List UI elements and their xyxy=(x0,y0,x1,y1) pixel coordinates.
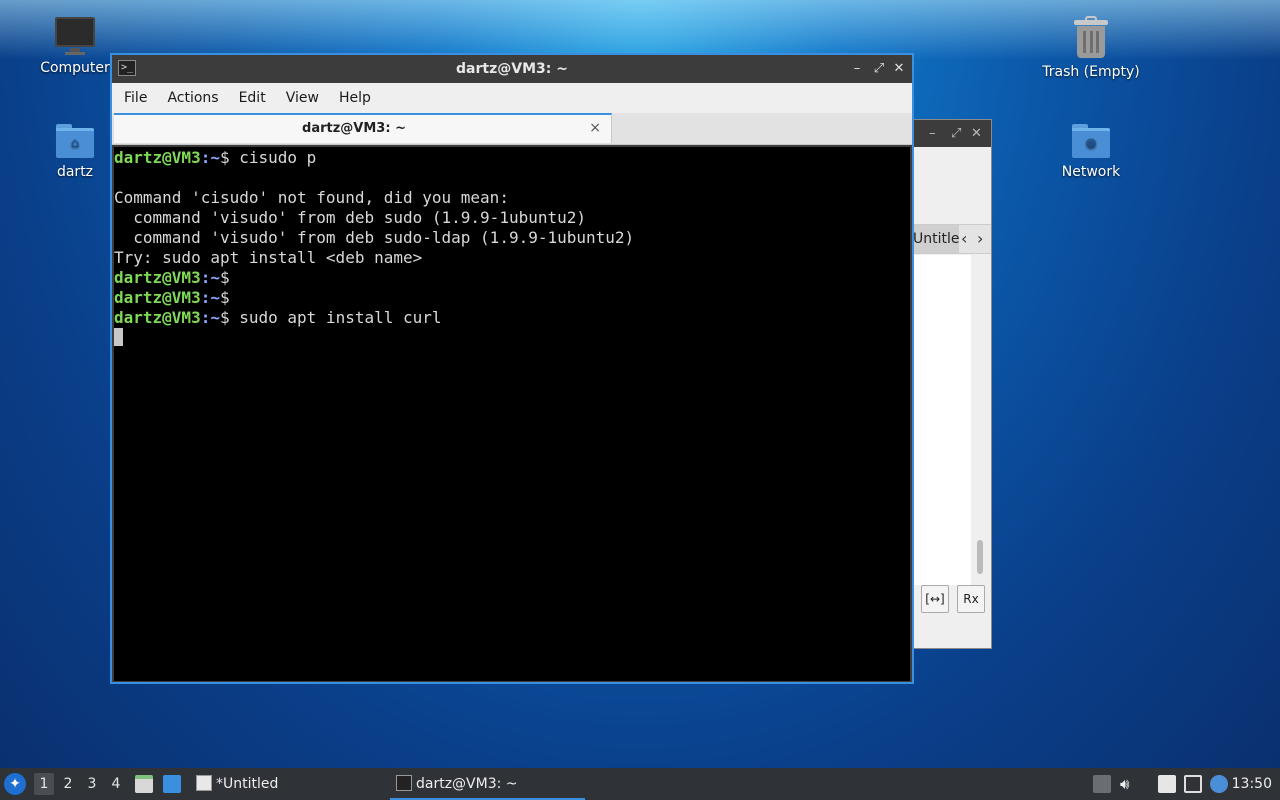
terminal-output[interactable]: dartz@VM3:~$ cisudo p Command 'cisudo' no… xyxy=(114,147,910,681)
terminal-line: dartz@VM3:~$ sudo apt install curl xyxy=(114,308,910,328)
updates-icon[interactable] xyxy=(1210,775,1228,793)
command-text: cisudo p xyxy=(229,148,317,167)
prompt-path: :~ xyxy=(200,308,220,327)
prompt-symbol: $ xyxy=(219,308,230,327)
computer-icon xyxy=(54,16,96,56)
close-icon[interactable]: ✕ xyxy=(971,120,982,147)
maximize-icon[interactable]: ⤢ xyxy=(951,120,961,147)
start-menu-icon[interactable]: ✦ xyxy=(4,773,26,795)
tab-next-icon[interactable]: › xyxy=(977,225,983,253)
tray-arrow-icon[interactable] xyxy=(1093,775,1111,793)
taskbar-task-editor[interactable]: *Untitled xyxy=(196,768,278,800)
menu-edit[interactable]: Edit xyxy=(229,90,276,106)
menu-file[interactable]: File xyxy=(114,90,157,106)
terminal-line: dartz@VM3:~$ cisudo p xyxy=(114,148,910,168)
terminal-cursor xyxy=(114,328,123,346)
text-editor-window[interactable]: – ⤢ ✕ Untitled ‹ › [↔] Rx xyxy=(910,119,992,649)
workspace-1[interactable]: 1 xyxy=(34,773,54,795)
prompt-symbol: $ xyxy=(219,288,230,307)
terminal-window[interactable]: >_ dartz@VM3: ~ – ⤢ ✕ File Actions Edit … xyxy=(110,53,914,684)
clock: 13:50 xyxy=(1231,776,1272,792)
terminal-tab[interactable]: dartz@VM3: ~ × xyxy=(114,113,612,143)
terminal-line: command 'visudo' from deb sudo-ldap (1.9… xyxy=(114,228,910,248)
editor-tab[interactable]: Untitled xyxy=(911,225,959,253)
maximize-icon[interactable]: ⤢ xyxy=(870,59,888,79)
prompt-user: dartz@VM3 xyxy=(114,288,201,307)
output-text: Command 'cisudo' not found, did you mean… xyxy=(114,188,509,207)
output-text: Try: sudo apt install <deb name> xyxy=(114,248,423,267)
desktop-icon-label: Trash (Empty) xyxy=(1042,64,1140,80)
network-icon[interactable] xyxy=(1184,775,1202,793)
clipboard-icon[interactable] xyxy=(1158,775,1176,793)
editor-tabstrip: Untitled ‹ › xyxy=(911,224,991,254)
text-editor-icon xyxy=(196,775,212,791)
terminal-icon xyxy=(396,775,412,791)
home-folder-icon: ⌂ xyxy=(54,122,96,160)
prompt-path: :~ xyxy=(200,268,220,287)
network-folder-icon: ◉ xyxy=(1070,122,1112,160)
output-text: command 'visudo' from deb sudo (1.9.9-1u… xyxy=(114,208,587,227)
menubar: File Actions Edit View Help xyxy=(112,83,912,113)
terminal-line: Try: sudo apt install <deb name> xyxy=(114,248,910,268)
search-option-button[interactable]: [↔] xyxy=(921,585,949,613)
prompt-user: dartz@VM3 xyxy=(114,308,201,327)
task-label: *Untitled xyxy=(216,776,279,792)
prompt-user: dartz@VM3 xyxy=(114,148,201,167)
tab-prev-icon[interactable]: ‹ xyxy=(961,225,967,253)
desktop-icon-trash[interactable]: Trash (Empty) xyxy=(1041,16,1141,80)
menu-help[interactable]: Help xyxy=(329,90,381,106)
menu-view[interactable]: View xyxy=(276,90,329,106)
terminal-tab-label: dartz@VM3: ~ xyxy=(302,121,406,136)
workspace-2[interactable]: 2 xyxy=(58,773,78,795)
show-desktop-icon[interactable] xyxy=(163,775,181,793)
terminal-tabbar: dartz@VM3: ~ × xyxy=(112,113,912,145)
tab-close-icon[interactable]: × xyxy=(589,119,601,137)
desktop-icon-network[interactable]: ◉ Network xyxy=(1041,122,1141,180)
taskbar-task-terminal[interactable]: dartz@VM3: ~ xyxy=(390,768,585,800)
editor-text-area[interactable] xyxy=(911,255,971,585)
task-label: dartz@VM3: ~ xyxy=(416,776,518,792)
volume-icon[interactable]: 🔊︎ xyxy=(1120,775,1138,793)
prompt-path: :~ xyxy=(200,288,220,307)
terminal-line: Command 'cisudo' not found, did you mean… xyxy=(114,188,910,208)
terminal-titlebar[interactable]: >_ dartz@VM3: ~ – ⤢ ✕ xyxy=(112,55,912,83)
window-title: dartz@VM3: ~ xyxy=(456,61,568,77)
minimize-icon[interactable]: – xyxy=(848,59,866,79)
prompt-symbol: $ xyxy=(219,268,230,287)
editor-scrollbar[interactable] xyxy=(977,540,983,574)
workspace-3[interactable]: 3 xyxy=(82,773,102,795)
regex-button[interactable]: Rx xyxy=(957,585,985,613)
prompt-symbol: $ xyxy=(219,148,230,167)
prompt-user: dartz@VM3 xyxy=(114,268,201,287)
terminal-line: dartz@VM3:~$ xyxy=(114,288,910,308)
text-editor-titlebar[interactable]: – ⤢ ✕ xyxy=(911,120,991,147)
command-text: sudo apt install curl xyxy=(229,308,442,327)
output-text: command 'visudo' from deb sudo-ldap (1.9… xyxy=(114,228,635,247)
trash-icon xyxy=(1070,16,1112,60)
desktop-icon-label: Network xyxy=(1061,164,1121,180)
prompt-path: :~ xyxy=(200,148,220,167)
terminal-line: command 'visudo' from deb sudo (1.9.9-1u… xyxy=(114,208,910,228)
terminal-line: dartz@VM3:~$ xyxy=(114,268,910,288)
menu-actions[interactable]: Actions xyxy=(157,90,228,106)
file-manager-icon[interactable] xyxy=(135,775,153,793)
close-icon[interactable]: ✕ xyxy=(890,59,908,79)
minimize-icon[interactable]: – xyxy=(929,120,936,147)
terminal-line xyxy=(114,328,910,348)
workspace-4[interactable]: 4 xyxy=(106,773,126,795)
taskbar: ✦ 1 2 3 4 *Untitled dartz@VM3: ~ 🔊︎ 13:5… xyxy=(0,768,1280,800)
